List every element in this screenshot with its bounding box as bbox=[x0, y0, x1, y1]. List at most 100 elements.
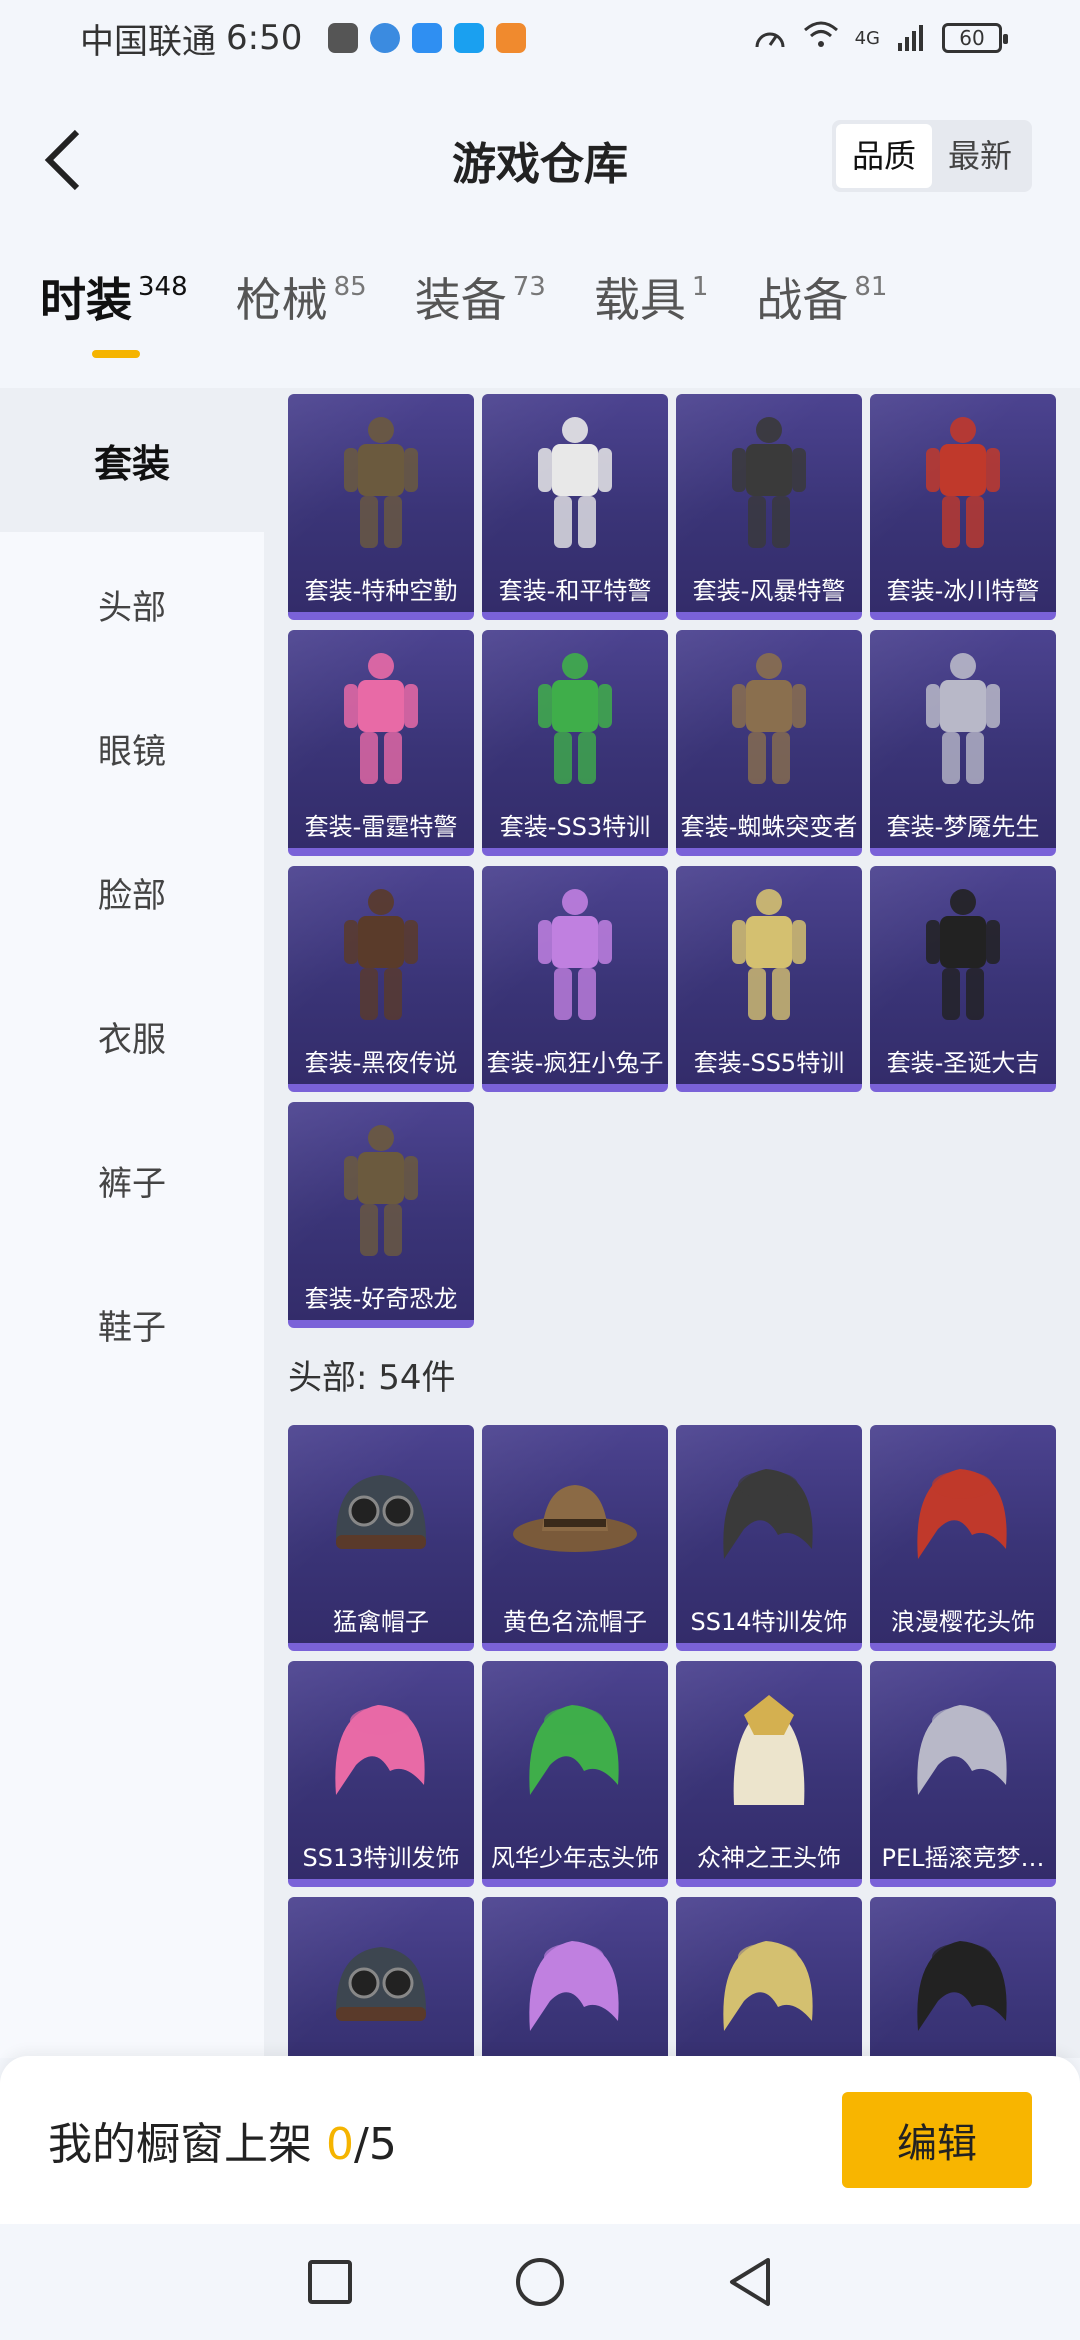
item-card[interactable]: 套装-风暴特警 bbox=[676, 394, 862, 620]
side-item-head[interactable]: 头部 bbox=[0, 532, 264, 676]
item-card[interactable]: PEL摇滚竞梦… bbox=[870, 1661, 1056, 1887]
tab-label: 战备 bbox=[756, 273, 849, 327]
battery-indicator: 60 bbox=[942, 23, 1008, 53]
status-left: 中国联通 6:50 bbox=[80, 14, 527, 63]
tab-count: 85 bbox=[333, 272, 367, 302]
circle-icon bbox=[516, 2258, 564, 2306]
clock: 6:50 bbox=[226, 18, 303, 58]
tab-count: 73 bbox=[512, 272, 546, 302]
item-card[interactable]: 套装-疯狂小兔子 bbox=[482, 866, 668, 1092]
browser-app-icon bbox=[370, 23, 401, 53]
side-item-glasses[interactable]: 眼镜 bbox=[0, 676, 264, 820]
item-name: 套装-黑夜传说 bbox=[304, 1049, 458, 1077]
item-card[interactable]: 猛禽帽子 bbox=[288, 1425, 474, 1651]
item-name: 众神之王头饰 bbox=[697, 1844, 841, 1872]
item-card[interactable]: SS14特训发饰 bbox=[676, 1425, 862, 1651]
item-card[interactable]: 浪漫樱花头饰 bbox=[870, 1425, 1056, 1651]
showcase-total: /5 bbox=[354, 2119, 397, 2170]
home-button[interactable] bbox=[510, 2252, 570, 2312]
item-card[interactable]: 套装-SS3特训 bbox=[482, 630, 668, 856]
item-card[interactable]: 套装-黑夜传说 bbox=[288, 866, 474, 1092]
edit-button[interactable]: 编辑 bbox=[842, 2092, 1032, 2188]
network-type: 4G bbox=[854, 27, 880, 49]
showcase-current-count: 0 bbox=[326, 2119, 354, 2170]
side-item-sets[interactable]: 套装 bbox=[0, 388, 264, 532]
outfit-icon bbox=[732, 889, 806, 1020]
item-name: 套装-SS5特训 bbox=[693, 1049, 845, 1077]
outfit-icon bbox=[732, 653, 806, 784]
item-name: 套装-冰川特警 bbox=[886, 577, 1040, 605]
item-name: 猛禽帽子 bbox=[333, 1608, 429, 1636]
chevron-left-icon bbox=[44, 129, 80, 191]
showcase-bar: 我的橱窗上架 0/5 编辑 bbox=[0, 2056, 1080, 2224]
sort-by-quality[interactable]: 品质 bbox=[835, 124, 932, 188]
outfit-icon bbox=[538, 417, 612, 548]
outfit-icon bbox=[538, 889, 612, 1020]
item-name: SS13特训发饰 bbox=[302, 1844, 460, 1872]
tab-equipment[interactable]: 装备 73 bbox=[415, 270, 546, 360]
notification-icons bbox=[328, 23, 527, 53]
item-card[interactable]: 套装-雷霆特警 bbox=[288, 630, 474, 856]
huawei-app-icon bbox=[328, 23, 359, 53]
back-button[interactable] bbox=[28, 122, 98, 198]
item-card[interactable]: 套装-冰川特警 bbox=[870, 394, 1056, 620]
item-card[interactable] bbox=[288, 1897, 474, 2058]
item-name: 套装-风暴特警 bbox=[692, 577, 846, 605]
item-card[interactable] bbox=[482, 1897, 668, 2058]
side-menu: 套装 头部 眼镜 脸部 衣服 裤子 鞋子 bbox=[0, 388, 264, 2058]
item-content: 套装-特种空勤 套装-和平特警 套装-风暴特警 套装-冰川特警 套装-雷霆特警 … bbox=[264, 388, 1080, 2058]
outfit-icon bbox=[926, 417, 1000, 548]
side-item-pants[interactable]: 裤子 bbox=[0, 1108, 264, 1252]
item-name: 套装-SS3特训 bbox=[499, 813, 651, 841]
status-right: 4G 60 bbox=[753, 20, 1008, 57]
item-card[interactable]: 套装-蜘蛛突变者 bbox=[676, 630, 862, 856]
tab-fashion[interactable]: 时装 348 bbox=[40, 270, 188, 360]
tab-count: 81 bbox=[854, 272, 888, 302]
tab-vehicles[interactable]: 载具 1 bbox=[594, 270, 709, 360]
side-item-shoes[interactable]: 鞋子 bbox=[0, 1252, 264, 1396]
hair-icon bbox=[335, 1705, 425, 1795]
tab-label: 时装 bbox=[40, 273, 132, 327]
item-card[interactable]: 黄色名流帽子 bbox=[482, 1425, 668, 1651]
tab-guns[interactable]: 枪械 85 bbox=[236, 270, 367, 360]
page-title: 游戏仓库 bbox=[452, 139, 628, 190]
tab-count: 1 bbox=[691, 272, 709, 302]
tab-label: 装备 bbox=[414, 273, 507, 327]
video-app-icon bbox=[496, 23, 527, 53]
item-card[interactable] bbox=[676, 1897, 862, 2058]
item-card[interactable]: SS13特训发饰 bbox=[288, 1661, 474, 1887]
side-item-clothes[interactable]: 衣服 bbox=[0, 964, 264, 1108]
side-item-face[interactable]: 脸部 bbox=[0, 820, 264, 964]
item-card[interactable]: 套装-梦魇先生 bbox=[870, 630, 1056, 856]
sets-grid: 套装-特种空勤 套装-和平特警 套装-风暴特警 套装-冰川特警 套装-雷霆特警 … bbox=[288, 394, 1056, 1328]
sort-toggle: 品质 最新 bbox=[831, 120, 1032, 192]
item-name: 套装-疯狂小兔子 bbox=[486, 1049, 664, 1077]
outfit-icon bbox=[344, 653, 418, 784]
back-nav-button[interactable] bbox=[720, 2252, 780, 2312]
item-card[interactable] bbox=[870, 1897, 1056, 2058]
outfit-icon bbox=[344, 1125, 418, 1256]
hair-icon bbox=[723, 1941, 813, 2031]
tab-count: 348 bbox=[138, 272, 188, 302]
hair-icon bbox=[917, 1469, 1007, 1559]
item-name: 风华少年志头饰 bbox=[491, 1844, 659, 1872]
item-name: 套装-和平特警 bbox=[498, 577, 652, 605]
item-card[interactable]: 套装-特种空勤 bbox=[288, 394, 474, 620]
outfit-icon bbox=[732, 417, 806, 548]
category-tabs: 时装 348 枪械 85 装备 73 载具 1 战备 81 bbox=[0, 270, 1080, 366]
item-card[interactable]: 风华少年志头饰 bbox=[482, 1661, 668, 1887]
tab-gear[interactable]: 战备 81 bbox=[756, 270, 887, 360]
tab-label: 枪械 bbox=[235, 273, 328, 327]
item-name: 套装-雷霆特警 bbox=[304, 813, 458, 841]
item-card[interactable]: 套装-圣诞大吉 bbox=[870, 866, 1056, 1092]
item-card[interactable]: 套装-SS5特训 bbox=[676, 866, 862, 1092]
item-card[interactable]: 套装-好奇恐龙 bbox=[288, 1102, 474, 1328]
item-name: PEL摇滚竞梦… bbox=[881, 1844, 1045, 1872]
item-name: 黄色名流帽子 bbox=[503, 1608, 647, 1636]
cloud-app-icon bbox=[412, 23, 443, 53]
sort-by-newest[interactable]: 最新 bbox=[932, 124, 1028, 188]
triangle-back-icon bbox=[730, 2258, 770, 2306]
recents-button[interactable] bbox=[300, 2252, 360, 2312]
item-card[interactable]: 众神之王头饰 bbox=[676, 1661, 862, 1887]
item-card[interactable]: 套装-和平特警 bbox=[482, 394, 668, 620]
